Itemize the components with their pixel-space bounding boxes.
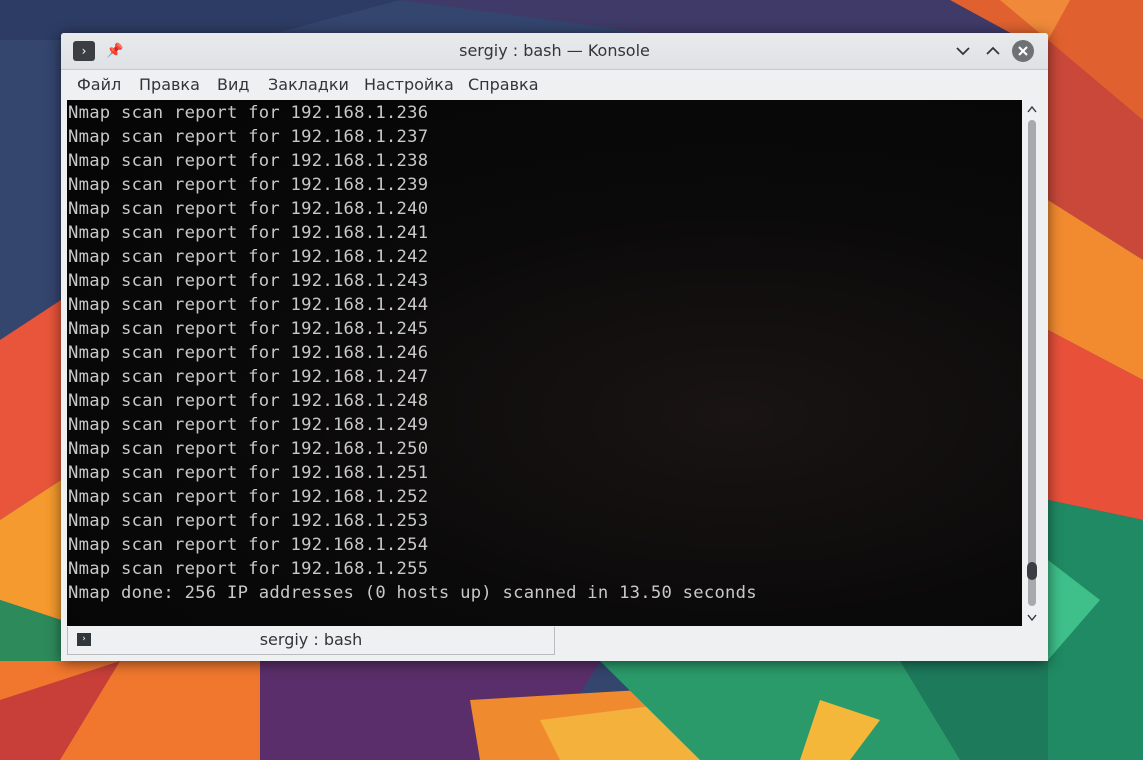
menu-edit[interactable]: Правка xyxy=(139,70,200,100)
terminal-line: Nmap scan report for 192.168.1.240 xyxy=(68,199,429,219)
terminal-output[interactable]: Nmap scan report for 192.168.1.236 Nmap … xyxy=(67,100,1022,626)
window-title: sergiy : bash — Konsole xyxy=(459,41,650,60)
chevron-up-icon xyxy=(986,46,1000,55)
terminal-line: Nmap scan report for 192.168.1.252 xyxy=(68,487,429,507)
terminal-line: Nmap scan report for 192.168.1.242 xyxy=(68,247,429,267)
terminal-line: Nmap scan report for 192.168.1.248 xyxy=(68,391,429,411)
tab-bar: › sergiy : bash xyxy=(61,626,1048,661)
terminal-line: Nmap scan report for 192.168.1.254 xyxy=(68,535,429,555)
minimize-button[interactable] xyxy=(952,40,974,62)
terminal-line: Nmap scan report for 192.168.1.236 xyxy=(68,103,429,123)
scroll-track[interactable] xyxy=(1028,120,1036,606)
chevron-down-icon xyxy=(1027,614,1037,621)
menu-bar: Файл Правка Вид Закладки Настройка Справ… xyxy=(61,70,1048,100)
scroll-thumb[interactable] xyxy=(1027,562,1037,580)
menu-bookmarks[interactable]: Закладки xyxy=(268,70,349,100)
tab-sergiy-bash[interactable]: › sergiy : bash xyxy=(67,627,555,655)
terminal-line: Nmap scan report for 192.168.1.249 xyxy=(68,415,429,435)
terminal-line: Nmap scan report for 192.168.1.241 xyxy=(68,223,429,243)
scroll-down-button[interactable] xyxy=(1024,610,1040,624)
close-icon xyxy=(1018,46,1028,56)
terminal-line: Nmap done: 256 IP addresses (0 hosts up)… xyxy=(68,583,757,603)
menu-view[interactable]: Вид xyxy=(217,70,249,100)
chevron-up-icon xyxy=(1027,105,1037,112)
terminal-line: Nmap scan report for 192.168.1.238 xyxy=(68,151,429,171)
terminal-line: Nmap scan report for 192.168.1.247 xyxy=(68,367,429,387)
terminal-line: Nmap scan report for 192.168.1.251 xyxy=(68,463,429,483)
menu-help[interactable]: Справка xyxy=(468,70,539,100)
terminal-line: Nmap scan report for 192.168.1.245 xyxy=(68,319,429,339)
scroll-up-button[interactable] xyxy=(1024,102,1040,116)
terminal-scrollbar[interactable] xyxy=(1024,100,1040,626)
konsole-window: › 📌 sergiy : bash — Konsole Файл Правка … xyxy=(61,33,1048,661)
title-bar[interactable]: › 📌 sergiy : bash — Konsole xyxy=(61,33,1048,70)
chevron-down-icon xyxy=(956,47,970,56)
menu-settings[interactable]: Настройка xyxy=(364,70,454,100)
maximize-button[interactable] xyxy=(982,40,1004,62)
terminal-line: Nmap scan report for 192.168.1.237 xyxy=(68,127,429,147)
terminal-line: Nmap scan report for 192.168.1.246 xyxy=(68,343,429,363)
menu-file[interactable]: Файл xyxy=(77,70,121,100)
terminal-line: Nmap scan report for 192.168.1.253 xyxy=(68,511,429,531)
terminal-line: Nmap scan report for 192.168.1.243 xyxy=(68,271,429,291)
terminal-line: Nmap scan report for 192.168.1.244 xyxy=(68,295,429,315)
terminal-line: Nmap scan report for 192.168.1.239 xyxy=(68,175,429,195)
terminal-line: Nmap scan report for 192.168.1.255 xyxy=(68,559,429,579)
close-button[interactable] xyxy=(1012,40,1034,62)
terminal-line: Nmap scan report for 192.168.1.250 xyxy=(68,439,429,459)
tab-label: sergiy : bash xyxy=(259,630,363,649)
